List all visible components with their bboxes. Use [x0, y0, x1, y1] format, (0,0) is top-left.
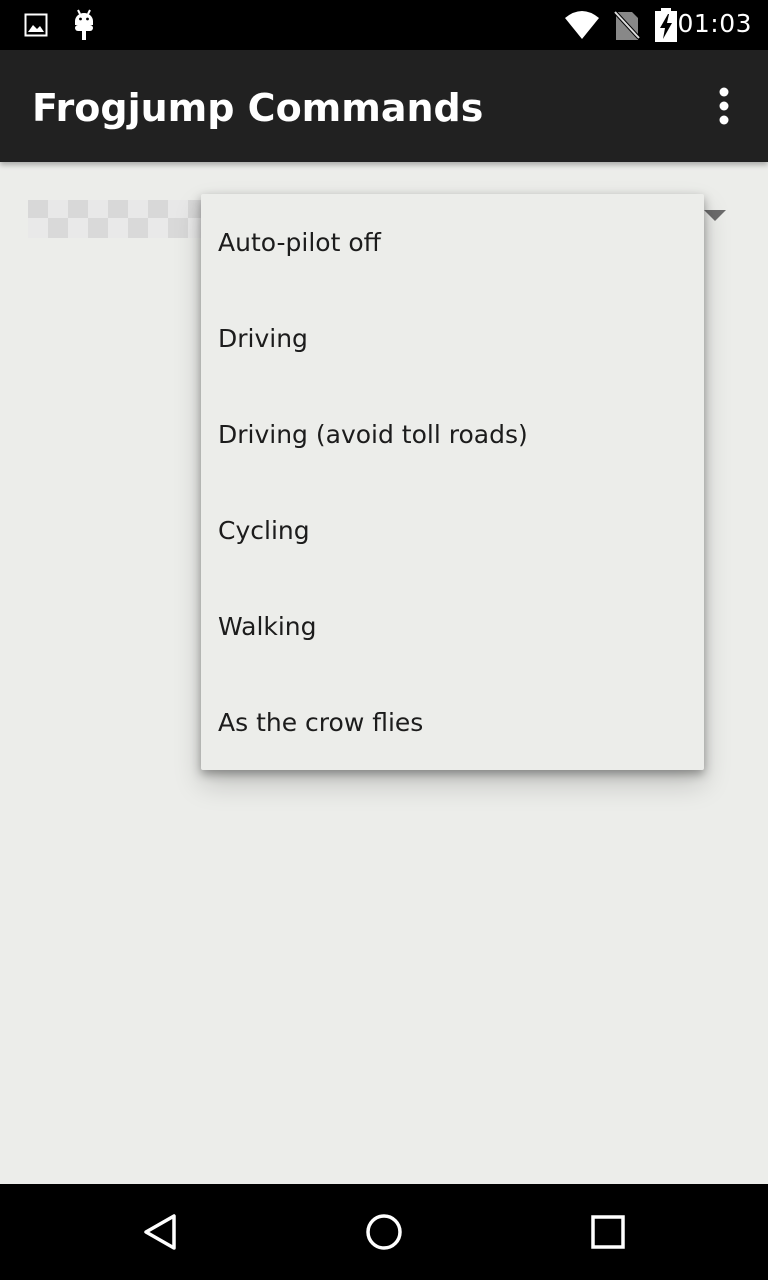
spinner-selected-value-obscured[interactable]: [28, 200, 208, 238]
more-vert-icon[interactable]: [700, 84, 748, 132]
no-sim-icon: [613, 10, 641, 44]
dropdown-option-auto-pilot-off[interactable]: Auto-pilot off: [201, 194, 704, 290]
dropdown-option-walking[interactable]: Walking: [201, 578, 704, 674]
recents-icon[interactable]: [584, 1208, 632, 1256]
back-icon[interactable]: [136, 1208, 184, 1256]
travel-mode-dropdown: Auto-pilot off Driving Driving (avoid to…: [201, 194, 704, 770]
home-icon[interactable]: [360, 1208, 408, 1256]
status-time: 01:03: [677, 9, 752, 38]
android-debug-icon: [72, 9, 96, 45]
navigation-bar: [0, 1184, 768, 1280]
battery-charging-icon: [654, 8, 678, 46]
status-bar: 01:03: [0, 0, 768, 50]
wifi-icon: [564, 10, 600, 44]
dropdown-option-driving-avoid-tolls[interactable]: Driving (avoid toll roads): [201, 386, 704, 482]
page-title: Frogjump Commands: [32, 86, 484, 130]
dropdown-option-driving[interactable]: Driving: [201, 290, 704, 386]
dropdown-arrow-icon[interactable]: [704, 210, 726, 221]
app-toolbar: Frogjump Commands: [0, 50, 768, 162]
dropdown-option-cycling[interactable]: Cycling: [201, 482, 704, 578]
dropdown-option-as-the-crow-flies[interactable]: As the crow flies: [201, 674, 704, 770]
image-notification-icon: [24, 13, 48, 41]
